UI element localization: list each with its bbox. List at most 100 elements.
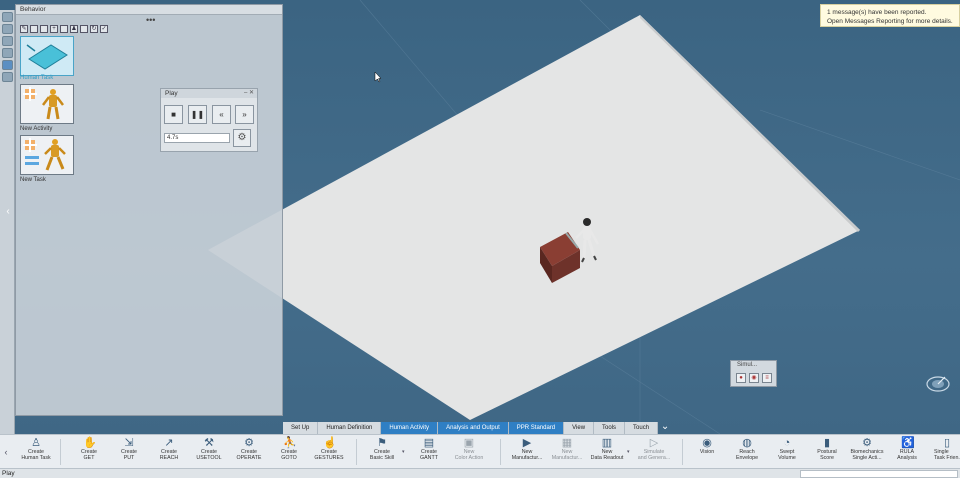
ribbon-label: Single Task Frien... — [934, 449, 960, 461]
tab-tools[interactable]: Tools — [594, 422, 626, 434]
behavior-item-new-task[interactable] — [20, 135, 74, 175]
single-task-friendly-button[interactable]: ▯Single Task Frien... — [926, 437, 960, 469]
ribbon-label: Create PUT — [121, 449, 137, 461]
chevron-down-icon[interactable]: ⌄ — [658, 422, 672, 434]
ribbon-label: New Color Action — [454, 449, 484, 461]
create-get-button[interactable]: ✋ Create GET — [69, 437, 109, 469]
play-dialog-title: Play – ✕ — [161, 89, 257, 98]
gear-icon[interactable]: ⚙ — [233, 129, 251, 147]
behavior-item-new-activity[interactable] — [20, 84, 74, 124]
tab-touch[interactable]: Touch — [625, 422, 659, 434]
reach-envelope-icon: ◍ — [742, 437, 752, 449]
ribbon-label: Create Basic Skill — [369, 449, 395, 461]
human-icon[interactable]: ♟ — [70, 25, 78, 33]
grid-icon[interactable] — [60, 25, 68, 33]
pause-button[interactable]: ❚❚ — [188, 105, 207, 124]
frame-icon[interactable] — [30, 25, 38, 33]
play-dialog: Play – ✕ ■ ❚❚ « » 4.7s ⚙ — [160, 88, 258, 152]
workbench-tab-bar: Set Up Human Definition Human Activity A… — [283, 422, 672, 434]
time-input[interactable]: 4.7s — [164, 133, 230, 143]
new-manufacturing-button[interactable]: ▶ New Manufactur... — [507, 437, 547, 469]
manufacturing2-icon: ▦ — [561, 437, 573, 449]
basic-skill-icon: ⚑ — [377, 437, 387, 449]
strip-tool-1[interactable] — [2, 12, 13, 22]
tab-ppr-standard[interactable]: PPR Standard — [508, 422, 565, 434]
tab-human-activity[interactable]: Human Activity — [381, 422, 439, 434]
status-text: Play — [2, 470, 15, 477]
tab-view[interactable]: View — [564, 422, 595, 434]
create-basic-skill-button[interactable]: ⚑ Create Basic Skill — [362, 437, 402, 469]
refresh-icon[interactable]: ↻ — [90, 25, 98, 33]
step-backward-button[interactable]: « — [212, 105, 231, 124]
vision-button[interactable]: ◉ Vision — [687, 437, 727, 469]
tab-set-up[interactable]: Set Up — [283, 422, 319, 434]
behavior-panel-title: Behavior — [16, 5, 282, 15]
ribbon-label: Create GANTT — [420, 449, 438, 461]
strip-tool-4[interactable] — [2, 48, 13, 58]
operate-icon: ⚙ — [244, 437, 254, 449]
new-color-action-button[interactable]: ▣ New Color Action — [449, 437, 489, 469]
dropdown-arrow-icon[interactable]: ▾ — [402, 449, 405, 455]
rula-analysis-button[interactable]: ♿ RULA Analysis — [887, 437, 927, 469]
reach-icon: ↗ — [164, 437, 174, 449]
ribbon-label: Reach Envelope — [735, 449, 759, 461]
strip-tool-6[interactable] — [2, 72, 13, 82]
gestures-icon: ☝ — [323, 437, 337, 449]
create-usetool-button[interactable]: ⚒ Create USETOOL — [189, 437, 229, 469]
step-forward-button[interactable]: » — [235, 105, 254, 124]
ribbon-label: New Manufactur... — [511, 449, 543, 461]
create-gestures-button[interactable]: ☝ Create GESTURES — [309, 437, 349, 469]
ribbon-separator — [356, 439, 357, 465]
window-icon[interactable] — [40, 25, 48, 33]
usetool-icon: ⚒ — [204, 437, 214, 449]
reach-envelope-button[interactable]: ◍ Reach Envelope — [727, 437, 767, 469]
strip-tool-2[interactable] — [2, 24, 13, 34]
create-human-task-button[interactable]: ♙ Create Human Task — [16, 437, 56, 469]
strip-tool-3[interactable] — [2, 36, 13, 46]
create-operate-button[interactable]: ⚙ Create OPERATE — [229, 437, 269, 469]
biomechanics-single-action-button[interactable]: ⚙ Biomechanics Single Acti... — [847, 437, 887, 469]
stop-button[interactable]: ■ — [164, 105, 183, 124]
move-icon[interactable]: + — [50, 25, 58, 33]
window-controls-icon[interactable]: – ✕ — [244, 89, 254, 98]
strip-tool-5[interactable] — [2, 60, 13, 70]
more-options-icon[interactable]: ••• — [146, 15, 155, 25]
single-task-icon: ▯ — [944, 437, 951, 449]
record-icon[interactable]: ● — [736, 373, 746, 383]
behavior-item-label: Human Task — [20, 75, 54, 81]
create-gantt-button[interactable]: ▤ Create GANTT — [409, 437, 449, 469]
list-icon[interactable]: ≡ — [762, 373, 772, 383]
action-ribbon: ‹ ♙ Create Human Task ✋ Create GET ⇲ Create… — [0, 434, 960, 468]
notification-line-1: 1 message(s) have been reported. — [827, 9, 927, 16]
chevron-left-icon[interactable]: ‹ — [2, 443, 10, 461]
new-data-readout-button[interactable]: ▥ New Data Readout — [587, 437, 627, 469]
check-icon[interactable]: ✓ — [100, 25, 108, 33]
command-input[interactable] — [800, 470, 958, 478]
ribbon-label: Create REACH — [159, 449, 179, 461]
human-task-icon: ♙ — [31, 437, 41, 449]
collapse-panel-icon[interactable]: ‹ — [3, 206, 13, 218]
gantt-icon: ▤ — [423, 437, 435, 449]
tab-analysis-and-output[interactable]: Analysis and Output — [438, 422, 509, 434]
tab-human-definition[interactable]: Human Definition — [318, 422, 382, 434]
simulation-mini-panel: Simul... ● ◉ ≡ — [730, 360, 777, 387]
message-notification[interactable]: 1 message(s) have been reported. Open Me… — [820, 4, 960, 27]
table-icon[interactable] — [80, 25, 88, 33]
camera-icon[interactable]: ◉ — [749, 373, 759, 383]
compass-icon[interactable] — [925, 373, 951, 393]
postural-score-button[interactable]: ▮ Postural Score — [807, 437, 847, 469]
create-goto-button[interactable]: ⛹ Create GOTO — [269, 437, 309, 469]
dropdown-arrow-icon[interactable]: ▾ — [627, 449, 630, 455]
new-manufacturing-2-button[interactable]: ▦ New Manufactur... — [547, 437, 587, 469]
create-put-button[interactable]: ⇲ Create PUT — [109, 437, 149, 469]
vision-icon: ◉ — [702, 437, 712, 449]
behavior-item-human-task[interactable] — [20, 36, 74, 76]
swept-volume-button[interactable]: ◔ Swept Volume — [767, 437, 807, 469]
left-tool-strip: ‹ — [0, 10, 15, 434]
simulate-and-generate-button[interactable]: ▷ Simulate and Genera... — [634, 437, 674, 469]
data-readout-icon: ▥ — [601, 437, 613, 449]
pen-icon[interactable]: ✎ — [20, 25, 28, 33]
ribbon-label: Create USETOOL — [196, 449, 222, 461]
notification-line-2[interactable]: Open Messages Reporting for more details… — [827, 17, 953, 26]
create-reach-button[interactable]: ↗ Create REACH — [149, 437, 189, 469]
